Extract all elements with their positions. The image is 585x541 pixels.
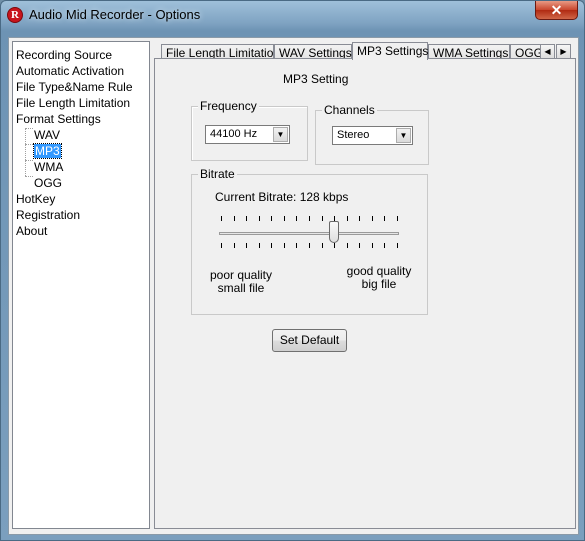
current-bitrate-text: Current Bitrate: 128 kbps: [215, 190, 349, 204]
low-quality-caption: poor quality small file: [206, 269, 276, 295]
title-bar[interactable]: R Audio Mid Recorder - Options ✕: [1, 1, 584, 29]
tree-item-automatic-activation[interactable]: Automatic Activation: [16, 63, 124, 79]
low-quality-caption-line2: small file: [217, 281, 265, 295]
slider-tick: [296, 243, 297, 248]
window-title: Audio Mid Recorder - Options: [29, 7, 201, 22]
slider-tick: [234, 216, 235, 221]
mp3-setting-heading: MP3 Setting: [283, 72, 349, 86]
tree-connector-line: [25, 176, 33, 177]
frequency-value: 44100 Hz: [210, 128, 258, 140]
tree-item-format-settings[interactable]: Format Settings: [16, 111, 101, 127]
slider-tick: [259, 243, 260, 248]
tree-connector-line: [25, 144, 33, 145]
slider-tick: [271, 243, 272, 248]
tree-item-file-type-name-rule[interactable]: File Type&Name Rule: [16, 79, 133, 95]
slider-tick: [359, 216, 360, 221]
channels-select[interactable]: Stereo ▼: [332, 126, 413, 145]
tree-item-mp3[interactable]: MP3: [33, 143, 62, 159]
slider-tick: [372, 216, 373, 221]
tree-item-wav[interactable]: WAV: [34, 127, 60, 143]
close-icon: ✕: [550, 2, 563, 18]
slider-tick: [309, 243, 310, 248]
slider-tick: [384, 243, 385, 248]
slider-tick: [296, 216, 297, 221]
slider-tick: [234, 243, 235, 248]
tree-connector-line: [25, 128, 33, 129]
tree-item-about[interactable]: About: [16, 223, 47, 239]
slider-ticks-top: [221, 216, 398, 222]
slider-tick: [397, 216, 398, 221]
channels-label: Channels: [322, 103, 377, 117]
chevron-down-icon[interactable]: ▼: [396, 128, 411, 143]
slider-tick: [246, 243, 247, 248]
set-default-button[interactable]: Set Default: [272, 329, 347, 352]
slider-tick: [271, 216, 272, 221]
tree-item-ogg[interactable]: OGG: [34, 175, 62, 191]
tab-scroll-right-button[interactable]: ▶: [556, 44, 571, 59]
tab-mp3-settings[interactable]: MP3 Settings: [352, 42, 428, 60]
app-logo-icon: R: [7, 7, 23, 23]
settings-tree[interactable]: Recording Source Automatic Activation Fi…: [12, 41, 150, 529]
chevron-down-icon[interactable]: ▼: [273, 127, 288, 142]
slider-tick: [359, 243, 360, 248]
chevron-left-icon: ◀: [544, 47, 551, 56]
high-quality-caption: good quality big file: [344, 265, 414, 291]
slider-ticks-bottom: [221, 243, 398, 249]
tree-item-hotkey[interactable]: HotKey: [16, 191, 55, 207]
slider-tick: [284, 216, 285, 221]
tree-connector-line: [25, 160, 33, 161]
bitrate-label: Bitrate: [198, 167, 237, 181]
slider-tick: [259, 216, 260, 221]
slider-tick: [322, 243, 323, 248]
slider-tick: [372, 243, 373, 248]
slider-tick: [246, 216, 247, 221]
tree-connector-line: [25, 128, 26, 176]
slider-tick: [347, 216, 348, 221]
frequency-select[interactable]: 44100 Hz ▼: [205, 125, 290, 144]
bitrate-slider-track[interactable]: [219, 232, 399, 235]
tab-scroll-left-button[interactable]: ◀: [540, 44, 555, 59]
slider-tick: [322, 216, 323, 221]
slider-tick: [334, 243, 335, 248]
slider-tick: [284, 243, 285, 248]
slider-tick: [347, 243, 348, 248]
channels-value: Stereo: [337, 129, 370, 141]
tree-item-file-length-limitation[interactable]: File Length Limitation: [16, 95, 130, 111]
slider-tick: [221, 243, 222, 248]
chevron-right-icon: ▶: [560, 47, 567, 56]
frequency-label: Frequency: [198, 99, 259, 113]
high-quality-caption-line2: big file: [361, 277, 397, 291]
tree-item-recording-source[interactable]: Recording Source: [16, 47, 112, 63]
tree-item-wma[interactable]: WMA: [34, 159, 63, 175]
options-window: R Audio Mid Recorder - Options ✕ Recordi…: [0, 0, 585, 541]
close-button[interactable]: ✕: [535, 1, 578, 20]
slider-tick: [309, 216, 310, 221]
bitrate-slider-thumb[interactable]: [329, 221, 339, 243]
tab-scroll-buttons: ◀ ▶: [540, 44, 572, 60]
slider-tick: [221, 216, 222, 221]
tree-item-registration[interactable]: Registration: [16, 207, 80, 223]
slider-tick: [384, 216, 385, 221]
slider-tick: [397, 243, 398, 248]
